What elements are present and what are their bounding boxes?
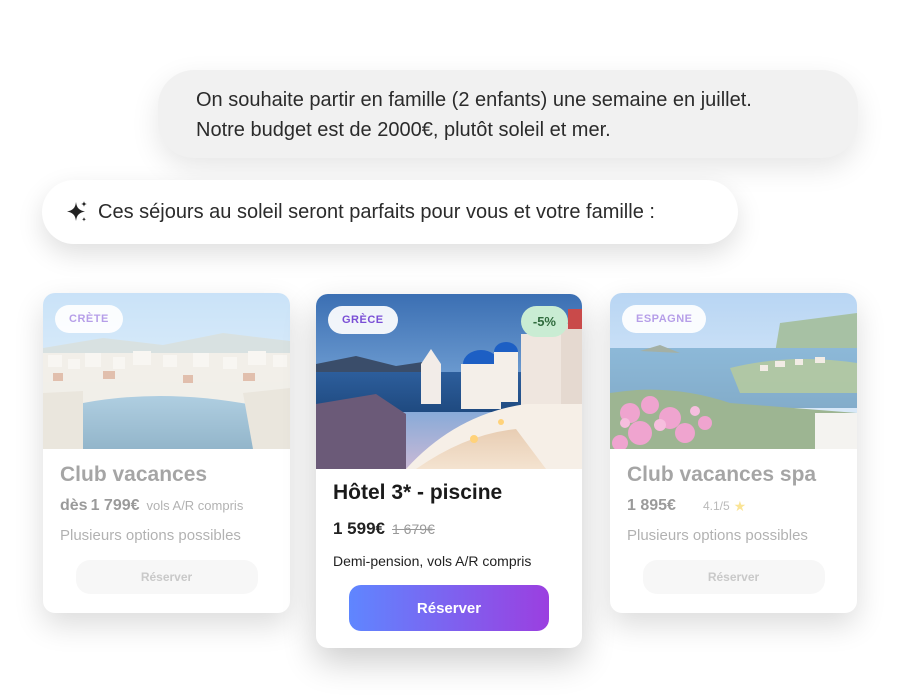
price-line: dès 1 799€ vols A/R compris — [60, 497, 273, 515]
reserve-button[interactable]: Réserver — [349, 585, 549, 631]
offer-title: Club vacances — [60, 463, 208, 486]
offer-image-crete: CRÈTE — [43, 293, 290, 449]
destination-tag: CRÈTE — [55, 305, 123, 333]
price: 1 799€ — [90, 497, 140, 514]
assistant-message-text: Ces séjours au soleil seront parfaits po… — [98, 201, 655, 223]
price-line: 1 599€ 1 679€ — [333, 519, 565, 539]
offer-title: Club vacances spa — [627, 463, 817, 486]
user-message-line: Notre budget est de 2000€, plutôt soleil… — [196, 119, 611, 141]
offer-card-espagne[interactable]: ESPAGNE Club vacances spa 1 895€ 4.1/5 ★… — [610, 293, 857, 613]
offer-title: Hôtel 3* - piscine — [333, 481, 503, 504]
offer-description: Plusieurs options possibles — [627, 527, 808, 544]
price-note: vols A/R compris — [146, 498, 244, 513]
sparkle-icon — [64, 199, 90, 225]
reserve-button[interactable]: Réserver — [642, 560, 825, 594]
offer-card-crete[interactable]: CRÈTE Club vacances dès 1 799€ vols A/R … — [43, 293, 290, 613]
price-line: 1 895€ 4.1/5 ★ — [627, 497, 840, 515]
assistant-message-bubble: Ces séjours au soleil seront parfaits po… — [42, 180, 738, 244]
offer-image-espagne: ESPAGNE — [610, 293, 857, 449]
discount-badge: -5% — [520, 306, 568, 337]
price-prefix: dès — [60, 497, 88, 514]
price: 1 599€ — [333, 519, 385, 538]
offer-card-grece[interactable]: GRÈCE -5% Hôtel 3* - piscine 1 599€ 1 67… — [316, 294, 582, 648]
offer-description: Plusieurs options possibles — [60, 527, 241, 544]
user-message-bubble: On souhaite partir en famille (2 enfants… — [158, 70, 858, 158]
destination-tag: GRÈCE — [328, 306, 398, 334]
user-message-line: On souhaite partir en famille (2 enfants… — [196, 89, 752, 111]
old-price: 1 679€ — [392, 521, 435, 537]
offer-image-grece: GRÈCE -5% — [316, 294, 582, 469]
destination-tag: ESPAGNE — [622, 305, 707, 333]
star-icon: ★ — [733, 497, 747, 514]
rating-value: 4.1/5 — [702, 499, 730, 513]
price: 1 895€ — [627, 497, 676, 514]
reserve-button[interactable]: Réserver — [75, 560, 258, 594]
offer-description: Demi-pension, vols A/R compris — [333, 553, 532, 569]
rating: 4.1/5 ★ — [703, 498, 746, 515]
